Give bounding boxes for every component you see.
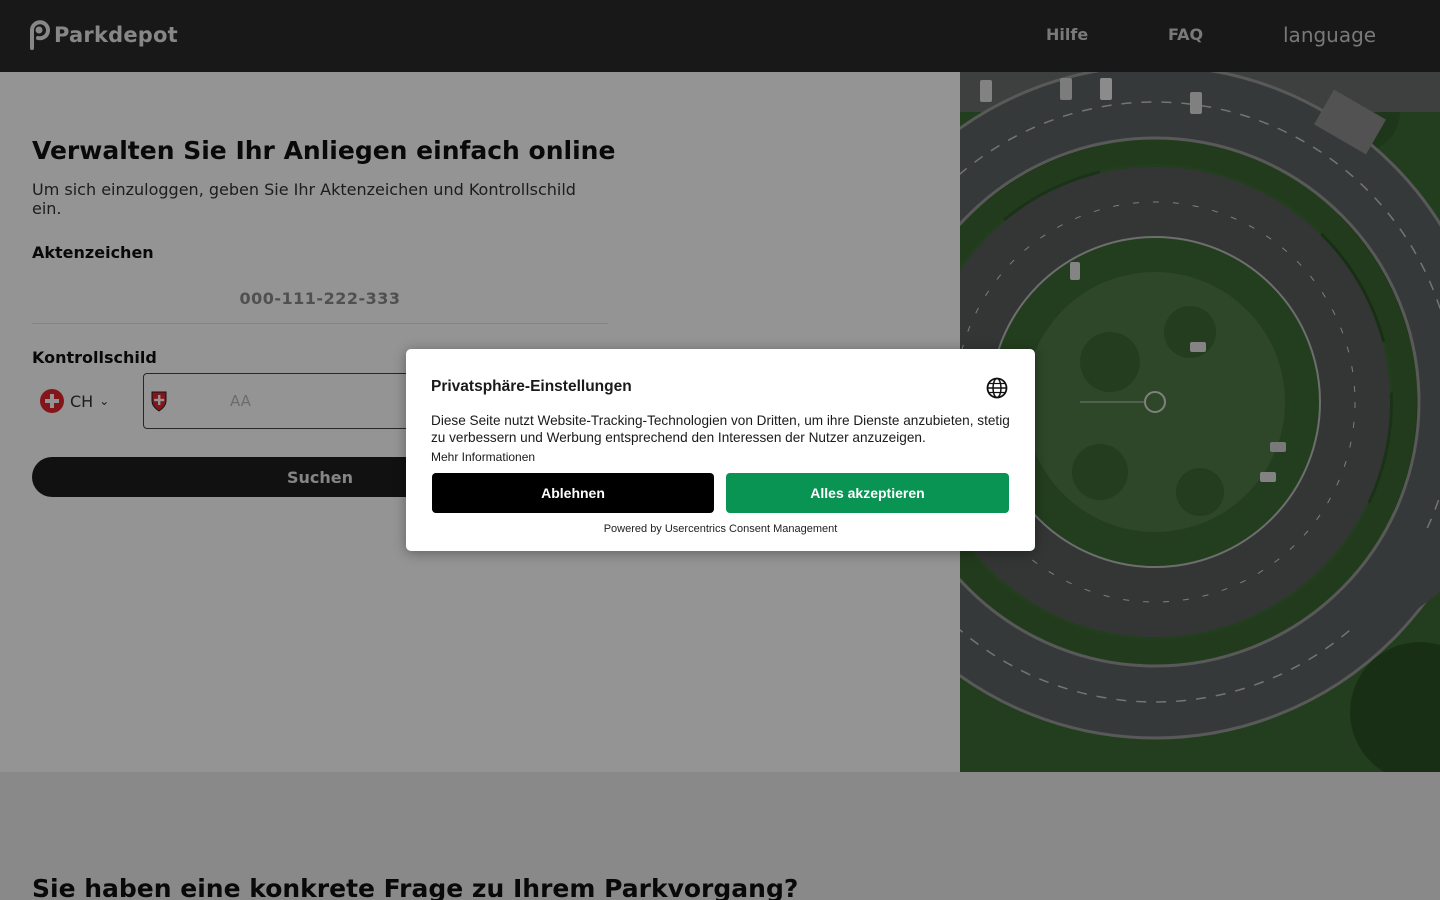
- more-information-link[interactable]: Mehr Informationen: [431, 450, 535, 464]
- decline-button[interactable]: Ablehnen: [432, 473, 714, 513]
- decline-button-label: Ablehnen: [541, 485, 605, 501]
- consent-description: Diese Seite nutzt Website-Tracking-Techn…: [431, 413, 1010, 445]
- consent-title: Privatsphäre-Einstellungen: [431, 378, 632, 395]
- powered-by-usercentrics[interactable]: Powered by Usercentrics Consent Manageme…: [406, 523, 1035, 535]
- accept-all-button[interactable]: Alles akzeptieren: [726, 473, 1009, 513]
- globe-language-icon[interactable]: [986, 377, 1008, 399]
- accept-all-button-label: Alles akzeptieren: [810, 485, 925, 501]
- privacy-consent-dialog: Privatsphäre-Einstellungen Diese Seite n…: [406, 349, 1035, 551]
